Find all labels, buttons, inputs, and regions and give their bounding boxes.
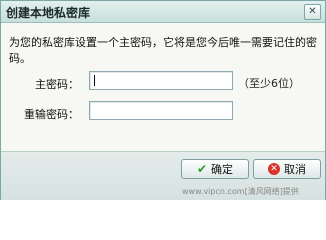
watermark-text: www.vipcn.com[清风网络]提供 bbox=[182, 187, 299, 196]
master-password-input[interactable] bbox=[89, 71, 233, 90]
create-local-vault-dialog: 创建本地私密库 ✕ 为您的私密库设置一个主密码，它将是您今后唯一需要记住的密码。… bbox=[0, 0, 326, 200]
cancel-button-label: 取消 bbox=[284, 163, 306, 176]
title-bar: 创建本地私密库 ✕ bbox=[1, 1, 325, 23]
ok-button[interactable]: ✔ 确定 bbox=[181, 159, 249, 179]
dialog-title: 创建本地私密库 bbox=[6, 6, 91, 20]
confirm-password-label: 重输密码： bbox=[24, 108, 79, 121]
instruction-text: 为您的私密库设置一个主密码，它将是您今后唯一需要记住的密码。 bbox=[9, 36, 317, 65]
cancel-button[interactable]: ✕ 取消 bbox=[253, 159, 321, 179]
checkmark-icon: ✔ bbox=[196, 162, 208, 176]
close-icon: ✕ bbox=[308, 6, 317, 17]
text-caret bbox=[94, 75, 95, 86]
cancel-icon: ✕ bbox=[268, 163, 280, 175]
confirm-password-input[interactable] bbox=[89, 101, 233, 120]
master-password-label: 主密码： bbox=[35, 78, 79, 91]
close-button[interactable]: ✕ bbox=[304, 4, 321, 20]
password-length-hint: （至少6位） bbox=[238, 77, 300, 90]
ok-button-label: 确定 bbox=[211, 163, 234, 176]
